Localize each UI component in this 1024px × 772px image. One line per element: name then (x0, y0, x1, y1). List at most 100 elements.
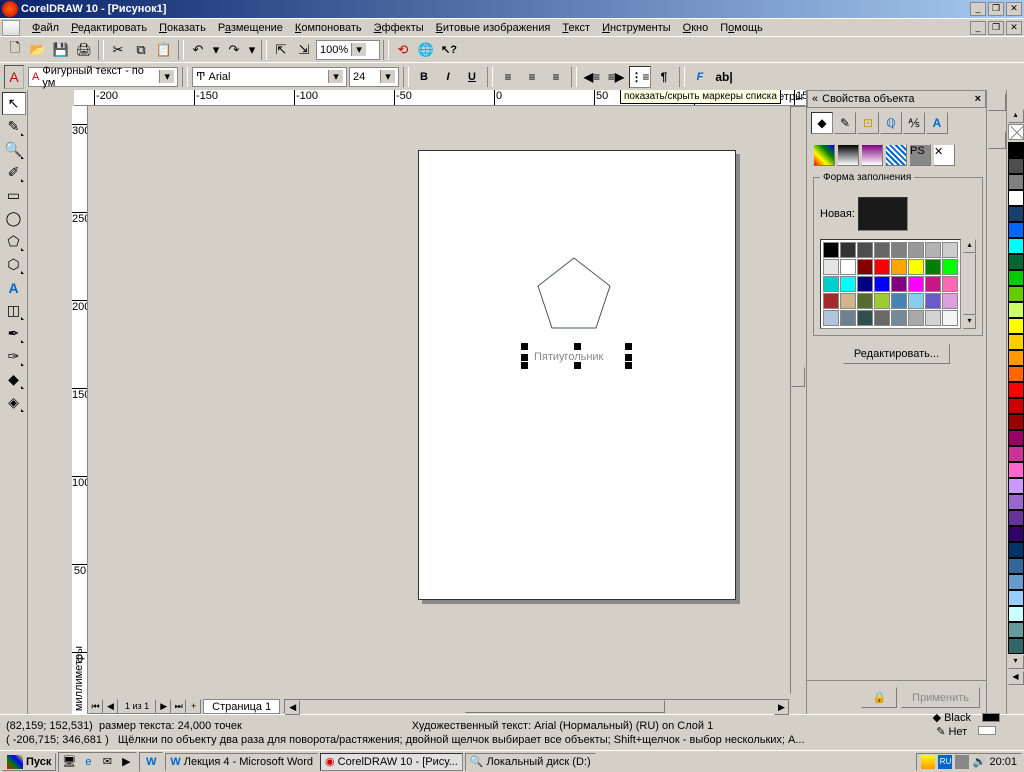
basic-shapes-tool[interactable]: ⬡ (2, 253, 26, 276)
colorbar-swatch[interactable] (1008, 622, 1024, 638)
align-center-button[interactable]: ≡ (521, 66, 543, 88)
eyedropper-tool[interactable]: ✒ (2, 322, 26, 345)
docker-title[interactable]: « Свойства объекта × (807, 90, 986, 108)
palette-swatch[interactable] (891, 276, 907, 292)
palette-swatch[interactable] (823, 242, 839, 258)
colorbar-swatch[interactable] (1008, 446, 1024, 462)
palette-swatch[interactable] (891, 310, 907, 326)
copy-button[interactable]: ⧉ (130, 39, 152, 61)
colorbar-swatch[interactable] (1008, 270, 1024, 286)
ql-ie-icon[interactable]: e (79, 754, 97, 770)
scrollbar-vertical[interactable] (790, 106, 806, 694)
page-prev-button[interactable]: ◀ (103, 699, 118, 714)
palette-swatch[interactable] (908, 259, 924, 275)
underline-button[interactable]: U (461, 66, 483, 88)
redo-dropdown[interactable]: ▾ (246, 39, 258, 61)
save-button[interactable]: 💾 (50, 39, 72, 61)
menu-редактировать[interactable]: Редактировать (65, 20, 153, 36)
palette-swatch[interactable] (942, 259, 958, 275)
menu-эффекты[interactable]: Эффекты (368, 20, 430, 36)
align-right-button[interactable]: ≡ (545, 66, 567, 88)
fill-fountain-button[interactable] (837, 144, 859, 166)
palette-swatch[interactable] (908, 293, 924, 309)
colorbar-swatch[interactable] (1008, 286, 1024, 302)
mdi-minimize-button[interactable]: _ (970, 21, 986, 35)
tray-icon-1[interactable] (921, 755, 935, 769)
ruler-vertical[interactable]: 300250200150100500 миллиметры (72, 106, 88, 714)
ql-word-icon[interactable]: W (142, 754, 160, 770)
colorbar-swatch[interactable] (1008, 206, 1024, 222)
palette-swatch[interactable] (925, 242, 941, 258)
palette-swatch[interactable] (840, 293, 856, 309)
text-tool[interactable]: A (2, 276, 26, 299)
colorbar-swatch[interactable] (1008, 190, 1024, 206)
menu-размещение[interactable]: Размещение (212, 20, 289, 36)
palette-swatch[interactable] (823, 310, 839, 326)
docker-collapse-icon[interactable]: « (812, 93, 818, 105)
edit-fill-button[interactable]: Редактировать... (843, 344, 950, 364)
undo-button[interactable]: ↶ (187, 39, 209, 61)
palette-swatch[interactable] (925, 310, 941, 326)
palette-scroll-track[interactable] (963, 253, 976, 315)
palette-swatch[interactable] (840, 259, 856, 275)
menu-файл[interactable]: Файл (26, 20, 65, 36)
colorbar-swatch[interactable] (1008, 142, 1024, 158)
palette-swatch[interactable] (823, 276, 839, 292)
export-button[interactable]: ⇲ (293, 39, 315, 61)
new-color-swatch[interactable] (858, 197, 908, 231)
docker-tab-internet[interactable]: ⅍ (903, 112, 925, 134)
palette-swatch[interactable] (908, 310, 924, 326)
close-button[interactable]: ✕ (1006, 2, 1022, 16)
lock-button[interactable]: 🔒 (861, 687, 897, 708)
ellipse-tool[interactable]: ◯ (2, 207, 26, 230)
palette-swatch[interactable] (874, 242, 890, 258)
scrollbar-horizontal[interactable]: ◀ ▶ (284, 699, 790, 714)
zoom-tool[interactable]: 🔍 (2, 138, 26, 161)
colorbar-swatch[interactable] (1008, 638, 1024, 654)
selected-text-object[interactable]: Пятиугольник (524, 346, 629, 366)
indent-decrease-button[interactable]: ◀≡ (581, 66, 603, 88)
doc-icon[interactable] (2, 20, 20, 36)
colorbar-swatch[interactable] (1008, 222, 1024, 238)
canvas[interactable]: Пятиугольник (88, 106, 790, 694)
page-next-button[interactable]: ▶ (156, 699, 171, 714)
palette-swatch[interactable] (840, 242, 856, 258)
app-launcher-button[interactable]: ⟲ (392, 39, 414, 61)
ql-media-icon[interactable]: ▶ (117, 754, 135, 770)
menu-битовые изображения[interactable]: Битовые изображения (430, 20, 557, 36)
edit-text-button[interactable]: ab| (713, 66, 735, 88)
align-left-button[interactable]: ≡ (497, 66, 519, 88)
colorbar-swatch[interactable] (1008, 574, 1024, 590)
polygon-tool[interactable]: ⬠ (2, 230, 26, 253)
palette-swatch[interactable] (925, 293, 941, 309)
colorbar-swatch[interactable] (1008, 334, 1024, 350)
colorbar-swatch[interactable] (1008, 606, 1024, 622)
fill-none-button[interactable]: ✕ (933, 144, 955, 166)
colorbar-swatch[interactable] (1008, 254, 1024, 270)
new-button[interactable]: 🗋 (4, 39, 26, 61)
shape-tool[interactable]: ✎ (2, 115, 26, 138)
minimize-button[interactable]: _ (970, 2, 986, 16)
docker-tab-general[interactable]: A (926, 112, 948, 134)
colorbar-swatch[interactable] (1008, 478, 1024, 494)
colorbar-down[interactable]: ▾ (1008, 655, 1024, 669)
menu-показать[interactable]: Показать (153, 20, 212, 36)
page-tab[interactable]: Страница 1 (203, 699, 280, 714)
docker-tab-outline[interactable]: ✎ (834, 112, 856, 134)
outline-tool[interactable]: ✑ (2, 345, 26, 368)
colorbar-swatch[interactable] (1008, 350, 1024, 366)
mdi-close-button[interactable]: ✕ (1006, 21, 1022, 35)
fill-texture-button[interactable] (885, 144, 907, 166)
palette-swatch[interactable] (857, 276, 873, 292)
whatsthis-button[interactable]: ↖? (438, 39, 460, 61)
page-last-button[interactable]: ⏭ (171, 699, 186, 714)
menu-окно[interactable]: Окно (677, 20, 715, 36)
colorbar-flyout[interactable]: ◀ (1008, 671, 1024, 685)
palette-swatch[interactable] (942, 242, 958, 258)
palette-swatch[interactable] (874, 276, 890, 292)
palette-swatch[interactable] (857, 293, 873, 309)
pentagon-shape[interactable] (534, 256, 614, 332)
palette-swatch[interactable] (891, 242, 907, 258)
menu-текст[interactable]: Текст (556, 20, 596, 36)
palette-swatch[interactable] (857, 259, 873, 275)
